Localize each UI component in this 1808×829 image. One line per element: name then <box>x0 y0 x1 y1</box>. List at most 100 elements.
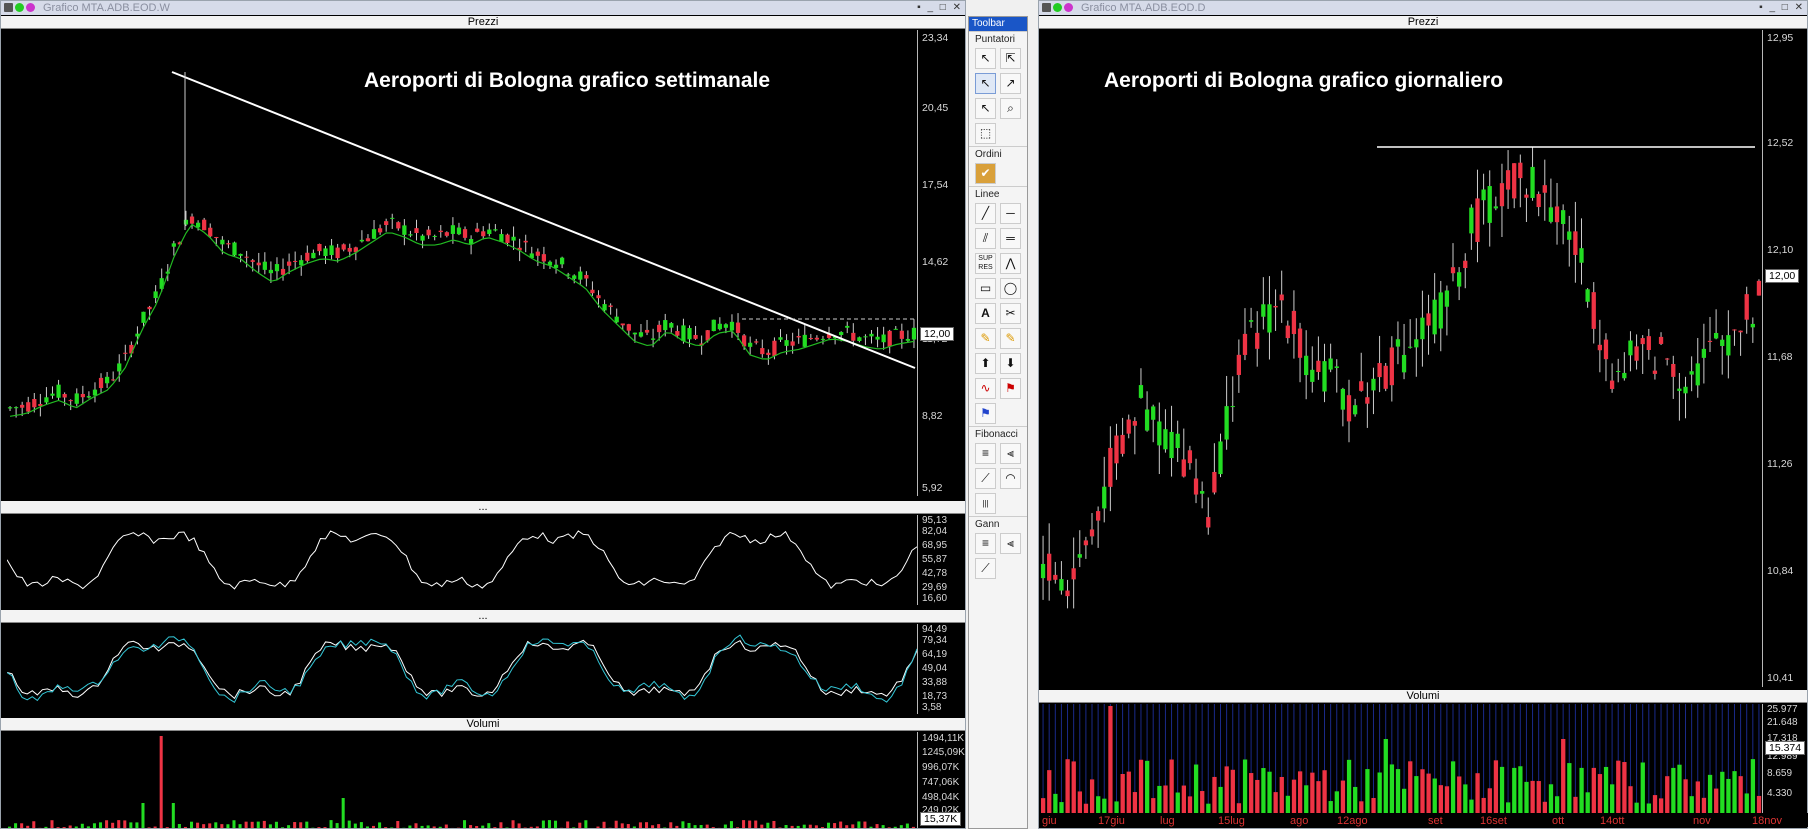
volume-bar <box>1750 759 1756 814</box>
volume-bar <box>1340 780 1346 814</box>
volume-bar <box>1310 772 1315 814</box>
volume-bar <box>244 821 248 828</box>
volume-bar <box>1432 778 1437 814</box>
candle-body <box>1597 344 1602 351</box>
volume-bar <box>754 820 758 828</box>
menu-icon[interactable] <box>4 3 13 12</box>
fib-extension-icon[interactable]: ⫷ <box>1000 443 1021 464</box>
volume-bar <box>1561 739 1566 814</box>
candle-body <box>1548 207 1554 222</box>
volume-bar <box>1487 788 1492 814</box>
candle-body <box>1200 491 1205 494</box>
fib-arc-icon[interactable]: ◠ <box>1000 468 1021 489</box>
window-controls[interactable]: ▪ _ □ ✕ <box>917 1 963 15</box>
fib-retracement-icon[interactable]: ≡ <box>975 443 996 464</box>
weekly-volume-plot[interactable] <box>7 732 917 828</box>
candle-body <box>602 304 607 311</box>
volume-bar <box>596 826 600 828</box>
candle-body <box>650 338 656 340</box>
parallel-icon[interactable]: ═ <box>1000 228 1021 249</box>
oscillator1-plot[interactable] <box>7 515 917 605</box>
zoom-icon[interactable]: ⌕ <box>1000 98 1021 119</box>
volume-bar <box>226 824 230 828</box>
gann-box-icon[interactable]: ⫷ <box>1000 533 1021 554</box>
pointer-icon[interactable]: ↖ <box>975 48 996 69</box>
candle-body <box>1701 348 1707 358</box>
fib-time-icon[interactable]: ||| <box>975 493 996 514</box>
trendline-icon[interactable]: ╱ <box>975 203 996 224</box>
daily-chart-titlebar[interactable]: Grafico MTA.ADB.EOD.D ▪ _ □ ✕ <box>1039 1 1807 15</box>
oscillator2-plot[interactable] <box>7 624 917 714</box>
weekly-chart-titlebar[interactable]: Grafico MTA.ADB.EOD.W ▪ _ □ ✕ <box>1 1 965 15</box>
candle-body <box>1163 429 1168 450</box>
fib-fan-icon[interactable]: ⟋ <box>975 468 996 489</box>
candle-body <box>1432 299 1437 335</box>
flag-blue-icon[interactable]: ⚑ <box>975 403 996 424</box>
axis-tick: 49,04 <box>922 663 948 674</box>
candle-body <box>147 306 152 310</box>
candle-body <box>644 329 650 333</box>
wave-icon[interactable]: ∿ <box>975 378 996 399</box>
candle-body <box>638 332 644 337</box>
candle-body <box>839 332 844 335</box>
volume-bar <box>1334 791 1339 814</box>
volume-bar <box>1224 766 1229 814</box>
volume-bar <box>499 822 503 828</box>
toolbar-title: Toolbar <box>969 17 1027 31</box>
daily-volume-plot[interactable] <box>1040 704 1762 814</box>
arrow-icon[interactable] <box>26 3 35 12</box>
ellipse-icon[interactable]: ◯ <box>1000 278 1021 299</box>
candle-body <box>559 257 565 265</box>
gann-fan-icon[interactable]: ⟋ <box>975 558 996 579</box>
candle-body <box>1609 380 1615 389</box>
arrow-up-icon[interactable]: ⬆ <box>975 353 996 374</box>
weekly-price-plot[interactable] <box>7 30 917 496</box>
arrow-down-icon[interactable]: ⬇ <box>1000 353 1021 374</box>
arrow-icon[interactable] <box>1064 3 1073 12</box>
weekly-price-axis: 23,34 20,45 17,54 14,62 11,72 8,82 5,92 … <box>917 30 965 496</box>
candle-body <box>1426 313 1431 326</box>
candle-body <box>1187 450 1193 464</box>
candle-body <box>1212 471 1217 493</box>
candle-body <box>1744 294 1749 320</box>
volume-bar <box>748 820 752 828</box>
pointer-move-icon[interactable]: ↗ <box>1000 73 1021 94</box>
gann-lines-icon[interactable]: ≡ <box>975 533 996 554</box>
volume-bar <box>1145 760 1150 814</box>
flag-icon[interactable]: ⚑ <box>1000 378 1021 399</box>
volume-bar <box>487 823 491 828</box>
pointer-info-icon[interactable]: ↖ <box>975 98 996 119</box>
volume-bar <box>1579 767 1584 814</box>
candle-body <box>1169 431 1174 459</box>
candle-body <box>596 295 601 299</box>
daily-volume-panel-title: Volumi <box>1039 690 1807 703</box>
sup-res-icon[interactable]: SUP RES <box>975 253 996 274</box>
order-icon[interactable]: ✔ <box>975 163 996 184</box>
toolbar-section: Fibonacci <box>969 426 1027 441</box>
volume-bar <box>1726 778 1731 814</box>
pointer-cross-icon[interactable]: ⇱ <box>1000 48 1021 69</box>
polyline-icon[interactable]: ⋀ <box>1000 253 1021 274</box>
volume-bar <box>1077 791 1082 814</box>
volume-bar <box>117 820 121 828</box>
candle-body <box>681 325 686 342</box>
pencil-icon[interactable]: ✎ <box>975 328 996 349</box>
green-dot-icon[interactable] <box>15 3 24 12</box>
green-dot-icon[interactable] <box>1053 3 1062 12</box>
hline-icon[interactable]: ─ <box>1000 203 1021 224</box>
drawing-toolbar: Toolbar Puntatori ↖ ⇱ ↖ ↗ ↖ ⌕ ⬚ Ordini ✔ Li… <box>968 16 1028 829</box>
menu-icon[interactable] <box>1042 3 1051 12</box>
daily-price-plot[interactable] <box>1040 30 1762 687</box>
channel-icon[interactable]: ⫽ <box>975 228 996 249</box>
axis-tick: 10,84 <box>1767 565 1794 577</box>
rectangle-icon[interactable]: ▭ <box>975 278 996 299</box>
select-pointer-icon[interactable]: ↖ <box>975 73 996 94</box>
axis-tick: 4.330 <box>1767 788 1793 799</box>
text-icon[interactable]: A <box>975 303 996 324</box>
scissors-icon[interactable]: ✂ <box>1000 303 1021 324</box>
window-controls[interactable]: ▪ _ □ ✕ <box>1759 1 1805 15</box>
area-select-icon[interactable]: ⬚ <box>975 123 996 144</box>
pencil-alt-icon[interactable]: ✎ <box>1000 328 1021 349</box>
volume-bar <box>20 823 24 828</box>
candle-body <box>359 239 365 242</box>
